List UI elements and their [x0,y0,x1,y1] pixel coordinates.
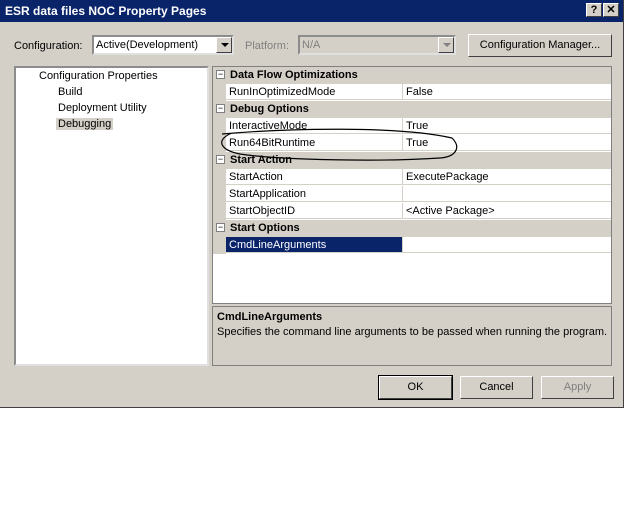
annotation-ellipse [221,128,458,161]
hand-drawn-annotation [221,128,458,161]
